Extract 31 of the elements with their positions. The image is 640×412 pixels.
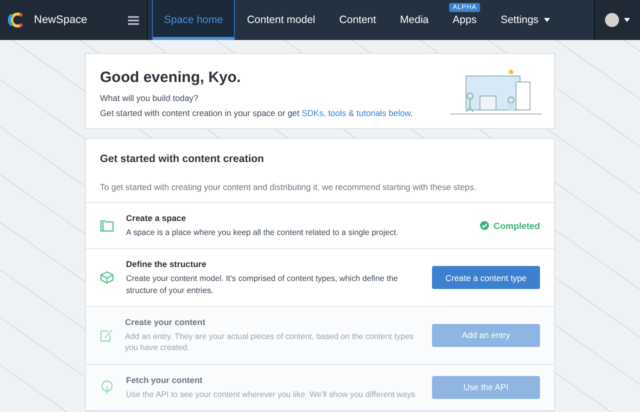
nav-tab[interactable]: Space home: [152, 0, 235, 40]
logo-icon: [8, 11, 24, 29]
step-description: Use the API to see your content wherever you like. We'll show you different ways: [126, 388, 416, 400]
pencil-icon: [100, 328, 113, 342]
step-title: Fetch your content: [126, 374, 204, 385]
nav-tab[interactable]: Content: [327, 0, 388, 40]
nav-tab[interactable]: Settings: [488, 0, 562, 40]
avatar[interactable]: [605, 13, 619, 27]
menu-icon[interactable]: [128, 16, 139, 24]
step-description: A space is a place where you keep all the content related to a single project.: [126, 227, 400, 238]
caret-icon[interactable]: [624, 18, 630, 22]
nav-tab[interactable]: Media: [388, 0, 441, 40]
greeting-title: Good evening, Kyo.: [100, 69, 242, 86]
section-title: Get started with content creation: [100, 153, 265, 165]
tutorials-link[interactable]: SDKs, tools & tutorials below: [302, 108, 410, 118]
check-circle-icon: [480, 221, 490, 230]
step-title: Create your content: [125, 316, 206, 327]
step-title: Create a space: [126, 213, 188, 223]
nav-tab[interactable]: Content model: [234, 0, 328, 40]
step-description: Add an entry. They are your actual pieces of content, based on the content types you have created.: [125, 330, 415, 354]
welcome-text: Get started with content creation in your space or get SDKs, tools & tutorials below.: [100, 108, 414, 118]
greeting-subtitle: What will you build today?: [100, 93, 200, 103]
space-name: NewSpace: [34, 14, 88, 26]
step-title: Define the structure: [126, 259, 208, 270]
section-intro: To get started with creating your content and distributing it, we recommend starting with these steps.: [100, 182, 478, 192]
status-label: Completed: [493, 220, 540, 231]
tree-icon: [100, 380, 114, 394]
cube-icon: [100, 271, 114, 284]
folder-icon: [100, 220, 114, 232]
step-description: Create your content model. It's comprised of content types, which define the structure of your entries.: [126, 273, 399, 296]
step-button[interactable]: Create a content type: [432, 266, 540, 290]
